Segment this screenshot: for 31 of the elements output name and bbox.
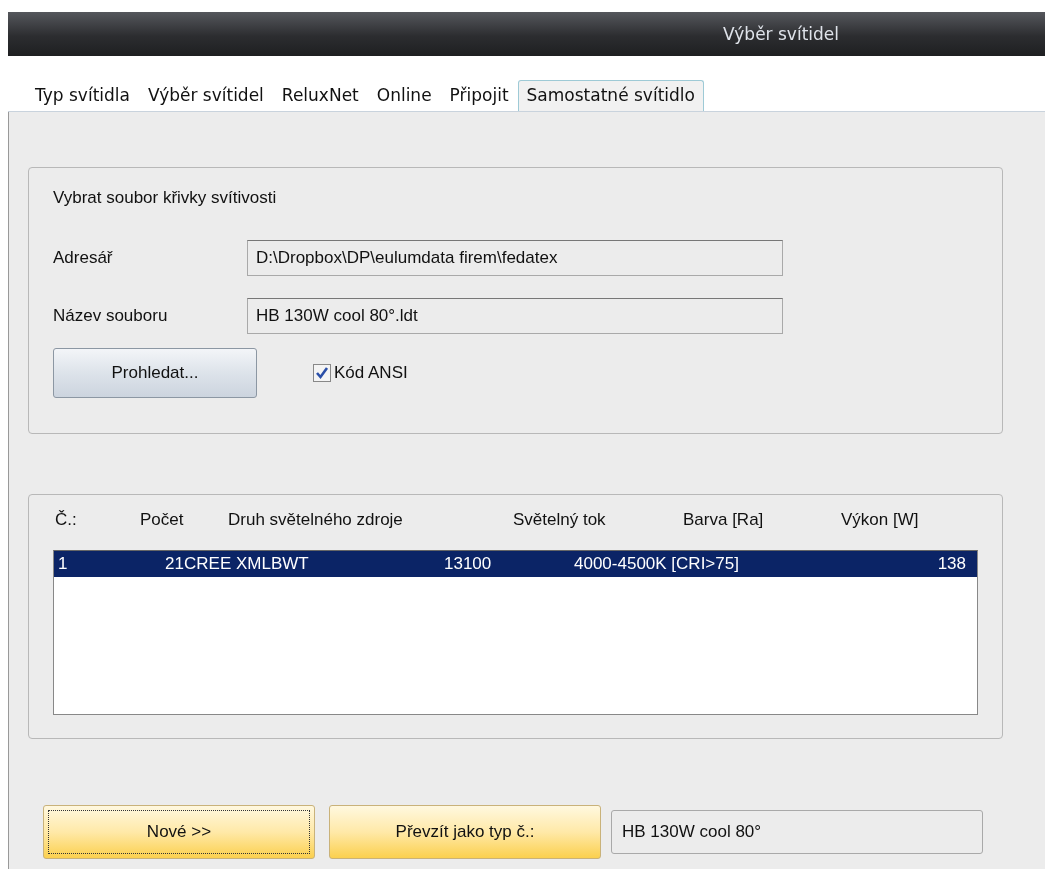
action-button[interactable]: Nové >> [43, 805, 315, 859]
tab[interactable]: ReluxNet [272, 80, 368, 111]
tab[interactable]: Online [367, 80, 441, 111]
table-cell-text: 138 [936, 554, 966, 574]
table-cell-text: 21 [164, 554, 184, 574]
group-title: Vybrat soubor křivky svítivosti [53, 188, 278, 208]
input-field[interactable]: HB 130W cool 80°.ldt [247, 298, 783, 334]
window-title: Výběr svítidel [723, 24, 839, 44]
column-header: Počet [140, 510, 185, 530]
table-cell-text: 4000-4500K [CRI>75] [574, 554, 740, 574]
field-label: Adresář [53, 248, 114, 268]
column-header: Světelný tok [513, 510, 607, 530]
column-header: Barva [Ra] [683, 510, 765, 530]
browse-button[interactable]: Prohledat... [53, 348, 257, 398]
tab[interactable]: Připojit [440, 80, 518, 111]
table-cell-text: 13100 [444, 554, 493, 574]
tab[interactable]: Výběr svítidel [138, 80, 273, 111]
table-cell-text: CREE XMLBWT [184, 554, 310, 574]
checkbox[interactable] [313, 364, 331, 382]
column-header: Výkon [W] [841, 510, 920, 530]
input-field[interactable]: HB 130W cool 80° [611, 810, 983, 854]
field-label: Název souboru [53, 306, 169, 326]
table-row[interactable]: 1 21CREE XMLBWT 13100 4000-4500K [CRI>75] 138 [54, 551, 977, 577]
checkbox-label: Kód ANSI [334, 363, 408, 383]
column-header: Č.: [55, 510, 78, 530]
column-header: Druh světelného zdroje [228, 510, 404, 530]
action-button[interactable]: Převzít jako typ č.: [329, 805, 601, 859]
tab[interactable]: Typ svítidla [26, 80, 139, 111]
table-cell-text: 1 [58, 554, 69, 574]
input-field[interactable]: D:\Dropbox\DP\eulumdata firem\fedatex [247, 240, 783, 276]
tab[interactable]: Samostatné svítidlo [517, 80, 704, 111]
